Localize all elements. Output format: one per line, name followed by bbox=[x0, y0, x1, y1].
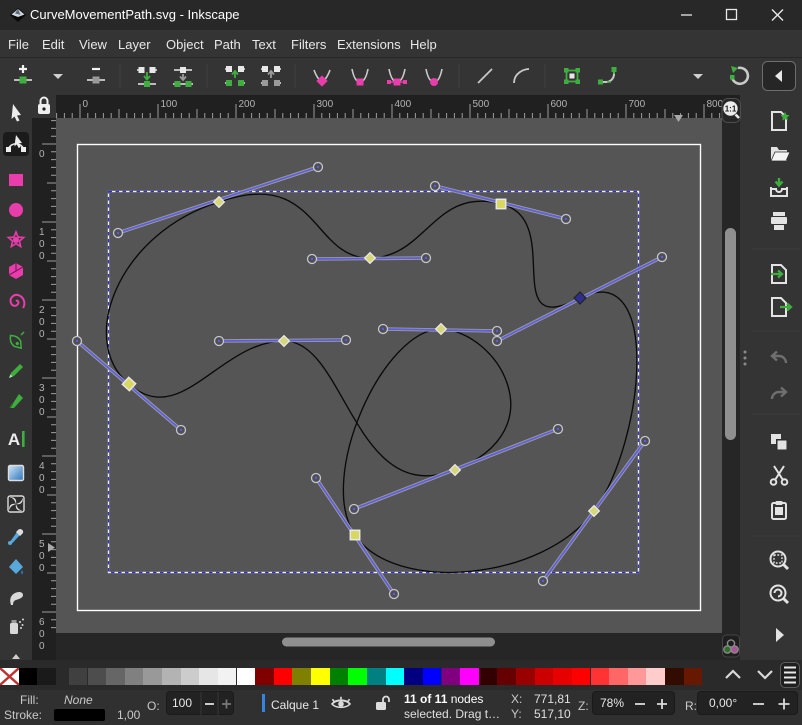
svg-text:3: 3 bbox=[39, 383, 45, 394]
svg-text:5: 5 bbox=[39, 539, 45, 550]
svg-text:300: 300 bbox=[317, 99, 334, 110]
svg-text:400: 400 bbox=[395, 99, 412, 110]
svg-text:0: 0 bbox=[39, 149, 45, 160]
svg-text:0: 0 bbox=[39, 317, 45, 328]
svg-text:0: 0 bbox=[39, 563, 45, 574]
svg-text:0: 0 bbox=[83, 99, 89, 110]
svg-text:800: 800 bbox=[707, 99, 724, 110]
svg-text:700: 700 bbox=[629, 99, 646, 110]
svg-text:0: 0 bbox=[39, 473, 45, 484]
svg-text:0: 0 bbox=[39, 551, 45, 562]
svg-text:0: 0 bbox=[39, 251, 45, 262]
svg-text:0: 0 bbox=[39, 395, 45, 406]
svg-text:0: 0 bbox=[39, 329, 45, 340]
svg-text:500: 500 bbox=[473, 99, 490, 110]
svg-text:0: 0 bbox=[39, 629, 45, 640]
svg-text:0: 0 bbox=[39, 407, 45, 418]
svg-text:A: A bbox=[8, 430, 20, 449]
svg-text:0: 0 bbox=[39, 641, 45, 652]
svg-text:4: 4 bbox=[39, 461, 45, 472]
svg-text:200: 200 bbox=[239, 99, 256, 110]
svg-text:600: 600 bbox=[551, 99, 568, 110]
svg-text:2: 2 bbox=[39, 305, 45, 316]
svg-text:6: 6 bbox=[39, 617, 45, 628]
svg-text:0: 0 bbox=[39, 485, 45, 496]
svg-text:1:1: 1:1 bbox=[725, 105, 737, 114]
svg-text:1: 1 bbox=[39, 227, 45, 238]
svg-text:100: 100 bbox=[161, 99, 178, 110]
svg-text:0: 0 bbox=[39, 239, 45, 250]
